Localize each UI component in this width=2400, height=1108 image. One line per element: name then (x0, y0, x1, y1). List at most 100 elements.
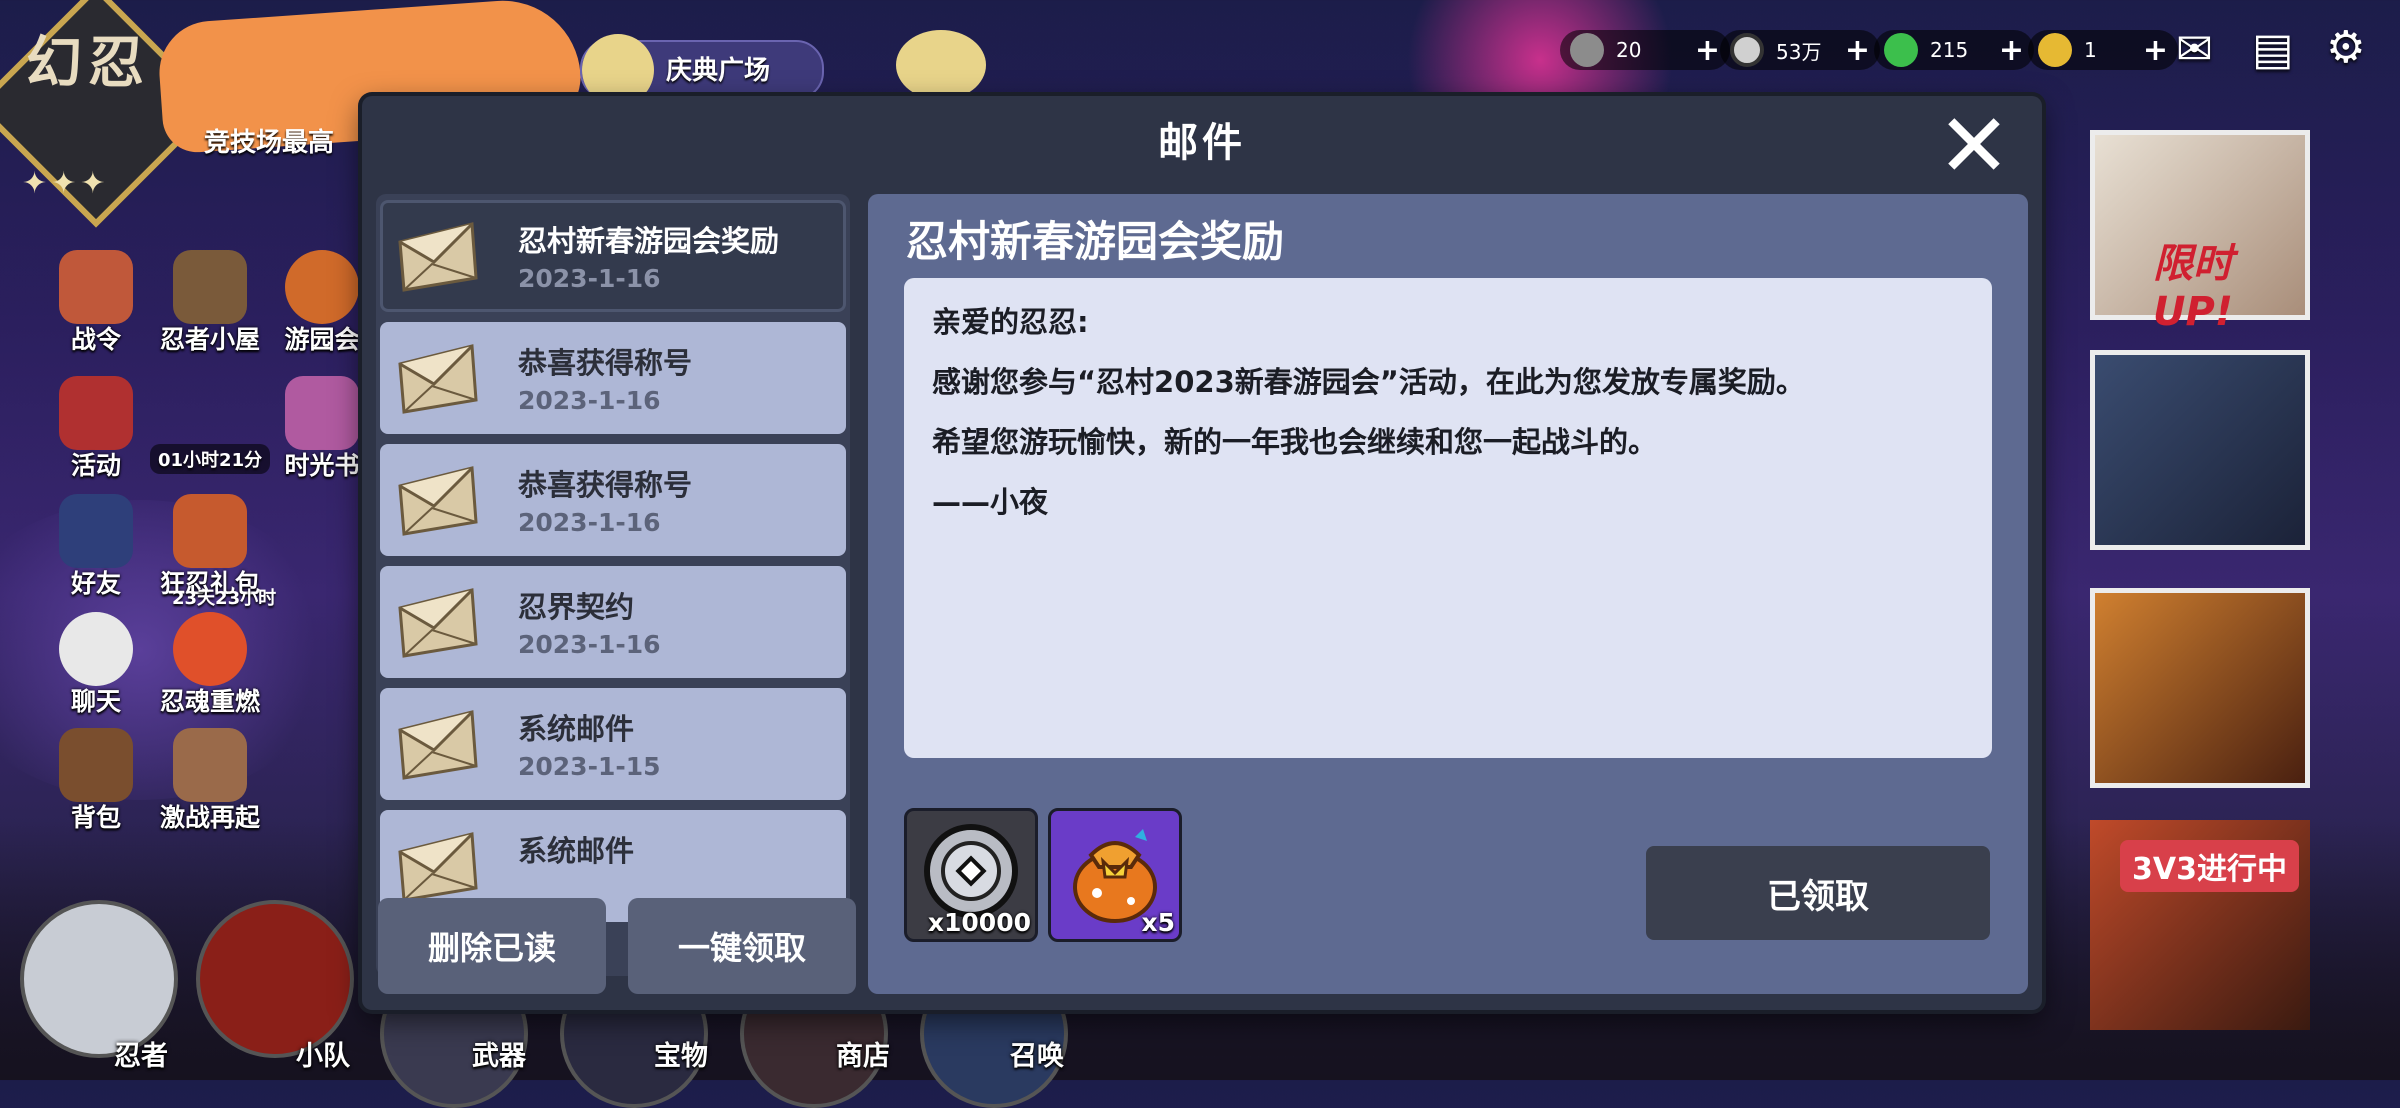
scroll-icon (59, 250, 133, 324)
claimed-button[interactable]: 已领取 (1646, 846, 1990, 940)
claim-all-button[interactable]: 一键领取 (628, 898, 856, 994)
close-button[interactable]: ✕ (1932, 94, 2016, 197)
right-banner-event[interactable]: 限时UP! (2090, 130, 2310, 335)
reward-item-gift-bag[interactable]: x5 (1048, 808, 1182, 942)
game-logo: 幻忍 (26, 30, 150, 96)
arena-rank-label[interactable]: 竞技场最高 (204, 122, 334, 159)
bottom-nav-label: 小队 (296, 1041, 350, 1072)
side-item-ninja-house[interactable]: 忍者小屋 (150, 250, 270, 356)
mail-item[interactable]: 系统邮件 2023-1-15 (380, 688, 846, 800)
mail-dialog: 邮件 ✕ 忍村新春游园会奖励 2023-1-16 恭喜获得称号 2023-1-1… (362, 96, 2042, 1010)
house-icon (173, 250, 247, 324)
resource-value: 53万 (1776, 39, 1822, 64)
ninja-friend-icon (59, 494, 133, 568)
envelope-icon (398, 344, 478, 414)
torii-icon (59, 376, 133, 450)
mail-date: 2023-1-15 (518, 752, 661, 781)
bottom-nav-label: 宝物 (654, 1041, 708, 1072)
side-item-activity[interactable]: 活动 (36, 376, 156, 482)
timer-label-2: 23天23小时 (172, 588, 277, 609)
mail-body-line: 亲爱的忍忍: (932, 305, 1089, 339)
resource-coin[interactable]: 53万 + (1720, 30, 1880, 70)
mail-title: 系统邮件 (518, 712, 635, 746)
right-banner-dragon[interactable] (2090, 350, 2310, 550)
event-label[interactable]: 庆典广场 (666, 50, 770, 87)
limited-up-label: 限时UP! (2153, 241, 2234, 335)
mail-body-line: 希望您游玩愉快，新的一年我也会继续和您一起战斗的。 (932, 425, 1658, 459)
mail-icon[interactable]: ✉ (2176, 24, 2213, 75)
resource-value: 1 (2084, 38, 2097, 62)
pin-icon (1884, 33, 1918, 67)
side-item-chat[interactable]: 聊天 (36, 612, 156, 718)
rank-stars: ✦✦✦ (22, 166, 110, 201)
book-icon (285, 376, 359, 450)
side-item-label: 忍者小屋 (159, 325, 260, 354)
coin-icon (1730, 33, 1764, 67)
envelope-icon (398, 710, 478, 780)
plus-icon[interactable]: + (1999, 33, 2024, 68)
mail-item[interactable]: 恭喜获得称号 2023-1-16 (380, 444, 846, 556)
side-item-label: 好友 (70, 569, 121, 598)
side-item-label: 背包 (70, 803, 121, 832)
mail-body: 亲爱的忍忍: 感谢您参与“忍村2023新春游园会”活动，在此为您发放专属奖励。 … (904, 278, 1992, 758)
mail-date: 2023-1-16 (518, 630, 661, 659)
reward-quantity: x5 (1141, 908, 1175, 937)
close-icon: ✕ (1937, 94, 2011, 197)
side-item-battle-pass[interactable]: 战令 (36, 250, 156, 356)
resource-key[interactable]: 1 + (2028, 30, 2178, 70)
mail-detail-title: 忍村新春游园会奖励 (906, 217, 1285, 266)
side-item-label: 忍魂重燃 (159, 687, 260, 716)
mail-date: 2023-1-16 (518, 264, 661, 293)
envelope-icon (398, 466, 478, 536)
mail-item[interactable]: 恭喜获得称号 2023-1-16 (380, 322, 846, 434)
mail-title: 忍村新春游园会奖励 (518, 224, 780, 258)
mail-detail-panel: 忍村新春游园会奖励 亲爱的忍忍: 感谢您参与“忍村2023新春游园会”活动，在此… (868, 194, 2028, 994)
right-banner-village[interactable] (2090, 588, 2310, 788)
chat-bubble-icon (59, 612, 133, 686)
side-item-backpack[interactable]: 背包 (36, 728, 156, 834)
plus-icon[interactable]: + (2143, 33, 2168, 68)
side-item-soul-reignite[interactable]: 忍魂重燃 (150, 612, 270, 718)
envelope-icon (398, 832, 478, 902)
side-item-label: 聊天 (70, 687, 121, 716)
mail-body-line: 感谢您参与“忍村2023新春游园会”活动，在此为您发放专属奖励。 (932, 365, 1805, 399)
3v3-badge: 3V3进行中 (2120, 840, 2299, 892)
bottom-nav-label: 忍者 (114, 1041, 168, 1072)
lantern-icon (285, 250, 359, 324)
mail-body-line: ——小夜 (932, 485, 1049, 519)
bottom-nav-label: 商店 (836, 1041, 890, 1072)
mail-item[interactable]: 忍界契约 2023-1-16 (380, 566, 846, 678)
resource-value: 20 (1616, 38, 1642, 62)
side-item-friends[interactable]: 好友 (36, 494, 156, 600)
right-banner-arena[interactable]: 3V3进行中 (2090, 820, 2310, 1030)
plus-icon[interactable]: + (1845, 33, 1870, 68)
resource-value: 215 (1930, 38, 1969, 62)
resource-onigiri[interactable]: 20 + (1560, 30, 1730, 70)
plus-icon[interactable]: + (1695, 33, 1720, 68)
mail-list[interactable]: 忍村新春游园会奖励 2023-1-16 恭喜获得称号 2023-1-16 恭喜获… (380, 200, 850, 974)
reward-item-silver-coin[interactable]: x10000 (904, 808, 1038, 942)
side-item-label: 激战再起 (159, 803, 260, 832)
settings-gear-icon[interactable]: ⚙ (2326, 22, 2365, 73)
bottom-nav-label: 武器 (472, 1041, 526, 1072)
delete-read-button[interactable]: 删除已读 (378, 898, 606, 994)
event-moon-icon-2 (896, 30, 986, 100)
mail-date: 2023-1-16 (518, 508, 661, 537)
mail-date: 2023-1-16 (518, 386, 661, 415)
mail-title: 系统邮件 (518, 834, 635, 868)
dialog-title: 邮件 (1158, 120, 1246, 166)
side-item-label: 活动 (70, 451, 121, 480)
flame-icon (173, 612, 247, 686)
notice-board-icon[interactable]: ▤ (2252, 24, 2294, 75)
envelope-icon (398, 588, 478, 658)
side-item-battle-again[interactable]: 激战再起 (150, 728, 270, 834)
reward-quantity: x10000 (927, 908, 1031, 937)
envelope-icon (398, 222, 478, 292)
mail-title: 恭喜获得称号 (518, 468, 693, 502)
resource-pin[interactable]: 215 + (1874, 30, 2034, 70)
mail-title: 忍界契约 (518, 590, 635, 624)
timer-label-1: 01小时21分 (150, 444, 271, 474)
gift-box-icon (173, 494, 247, 568)
mail-item[interactable]: 忍村新春游园会奖励 2023-1-16 (380, 200, 846, 312)
bottom-nav-label: 召唤 (1010, 1041, 1064, 1072)
